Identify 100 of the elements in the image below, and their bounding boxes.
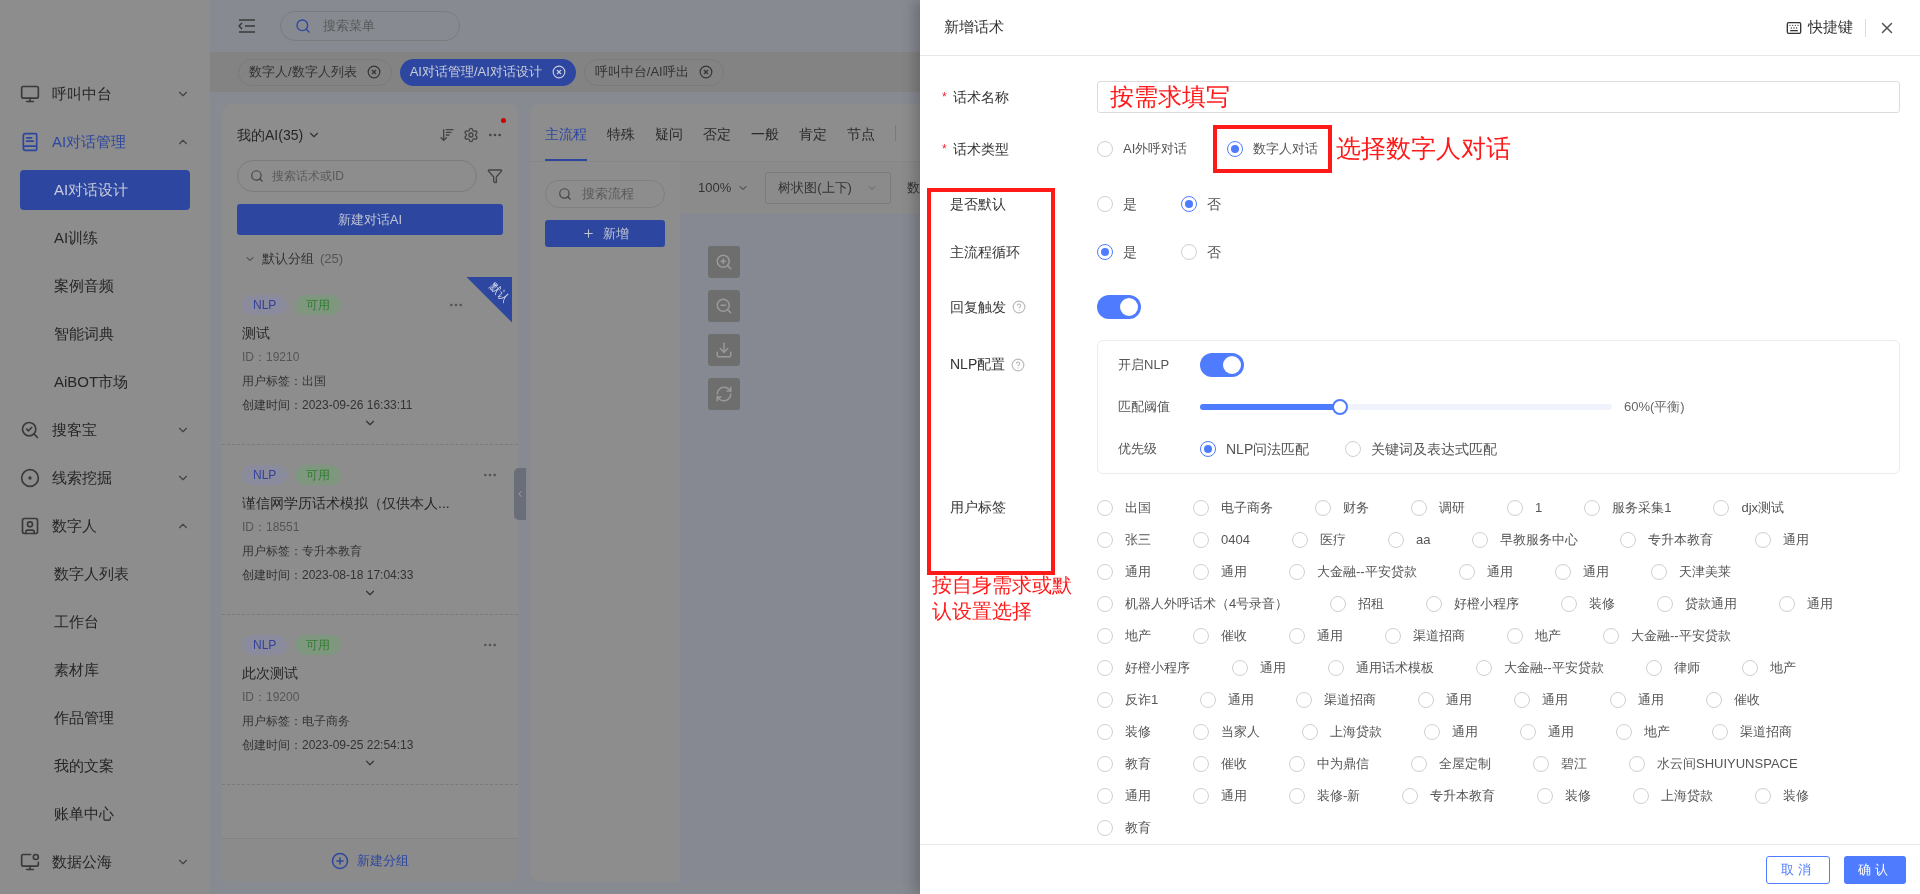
radio-button[interactable]	[1426, 596, 1443, 612]
sidebar-item[interactable]: 我的文案	[20, 746, 190, 786]
radio-button[interactable]	[1200, 441, 1216, 457]
list-title[interactable]: 我的AI(35)	[237, 124, 304, 146]
radio-button[interactable]	[1411, 756, 1427, 772]
radio-button[interactable]	[1554, 564, 1571, 580]
radio-button[interactable]	[1097, 820, 1113, 836]
radio-button[interactable]	[1328, 660, 1344, 676]
name-input-field[interactable]: 按需求填写	[1097, 81, 1900, 114]
radio-button[interactable]	[1706, 692, 1723, 708]
radio-button[interactable]	[1193, 564, 1209, 580]
radio-button[interactable]	[1289, 564, 1305, 580]
radio-button[interactable]	[1289, 628, 1305, 644]
radio-button[interactable]	[1302, 724, 1318, 740]
radio-button[interactable]	[1289, 756, 1305, 772]
radio-button[interactable]	[1097, 724, 1113, 740]
sidebar-item[interactable]: 案例音频	[20, 266, 190, 306]
radio-button[interactable]	[1514, 692, 1531, 708]
radio-button[interactable]	[1520, 724, 1536, 740]
menu-icon[interactable]	[238, 18, 256, 34]
radio-button[interactable]	[1424, 724, 1440, 740]
radio-button[interactable]	[1779, 596, 1796, 612]
sidebar-item[interactable]: 作品管理	[20, 698, 190, 738]
radio-button[interactable]	[1472, 532, 1489, 548]
radio-button[interactable]	[1097, 756, 1113, 772]
radio-button[interactable]	[1345, 441, 1362, 457]
radio-button[interactable]	[1616, 724, 1632, 740]
radio-button[interactable]	[1476, 660, 1492, 676]
radio-button[interactable]	[1097, 141, 1113, 158]
radio-button[interactable]	[1200, 692, 1217, 708]
download-button[interactable]	[708, 334, 740, 366]
radio-button[interactable]	[1097, 660, 1113, 676]
radio-button[interactable]	[1713, 500, 1730, 516]
radio-button[interactable]	[1561, 596, 1578, 612]
radio-button[interactable]	[1097, 500, 1113, 516]
sidebar-item[interactable]: AI对话设计	[20, 170, 190, 210]
flow-tab[interactable]: 疑问	[655, 124, 683, 161]
sidebar-group[interactable]: 数据公海	[0, 838, 210, 886]
radio-button[interactable]	[1755, 788, 1772, 804]
sidebar-group[interactable]: AI对话管理	[0, 118, 210, 166]
sidebar-group[interactable]: 数字人	[0, 502, 210, 550]
radio-button[interactable]	[1227, 141, 1244, 158]
toggle-switch[interactable]	[1097, 295, 1141, 320]
radio-button[interactable]	[1193, 788, 1209, 804]
radio-button[interactable]	[1097, 788, 1113, 804]
radio-button[interactable]	[1181, 196, 1197, 213]
group-header[interactable]: 默认分组 (25)	[222, 249, 518, 269]
radio-button[interactable]	[1537, 788, 1554, 804]
radio-button[interactable]	[1291, 532, 1308, 548]
radio-button[interactable]	[1620, 532, 1637, 548]
slider-track[interactable]	[1200, 399, 1612, 415]
refresh-button[interactable]	[708, 378, 740, 410]
radio-button[interactable]	[1712, 724, 1728, 740]
close-tab-icon[interactable]	[366, 65, 381, 79]
radio-button[interactable]	[1097, 196, 1113, 213]
radio-button[interactable]	[1645, 660, 1662, 676]
sidebar-group[interactable]: 线索挖掘	[0, 454, 210, 502]
radio-button[interactable]	[1385, 628, 1401, 644]
radio-button[interactable]	[1097, 692, 1113, 708]
shortcut-button[interactable]: 快捷键	[1786, 16, 1853, 39]
sidebar-item[interactable]: 数字人列表	[20, 554, 190, 594]
radio-button[interactable]	[1289, 788, 1305, 804]
radio-button[interactable]	[1232, 660, 1248, 676]
slider-thumb[interactable]	[1332, 399, 1349, 415]
flow-tab[interactable]: 节点	[847, 124, 875, 161]
flow-tab[interactable]: 否定	[703, 124, 731, 161]
radio-button[interactable]	[1507, 628, 1523, 644]
flow-tab[interactable]: 特殊	[607, 124, 635, 161]
radio-button[interactable]	[1296, 692, 1313, 708]
close-tab-icon[interactable]	[698, 65, 713, 79]
radio-button[interactable]	[1387, 532, 1404, 548]
radio-button[interactable]	[1193, 500, 1209, 516]
radio-button[interactable]	[1584, 500, 1601, 516]
sidebar-item[interactable]: 素材库	[20, 650, 190, 690]
radio-button[interactable]	[1507, 500, 1523, 516]
page-tab[interactable]: AI对话管理/AI对话设计	[399, 58, 576, 86]
toggle-switch[interactable]	[1200, 353, 1244, 377]
radio-button[interactable]	[1193, 724, 1209, 740]
radio-button[interactable]	[1657, 596, 1674, 612]
new-ai-button[interactable]: 新建对话AI	[237, 204, 503, 235]
radio-button[interactable]	[1193, 628, 1209, 644]
zoom-in-button[interactable]	[708, 246, 740, 278]
radio-button[interactable]	[1755, 532, 1772, 548]
zoom-select[interactable]: 100%	[698, 178, 750, 198]
radio-button[interactable]	[1741, 660, 1758, 676]
radio-button[interactable]	[1411, 500, 1427, 516]
filter-icon[interactable]	[487, 168, 503, 184]
radio-button[interactable]	[1193, 756, 1209, 772]
radio-button[interactable]	[1533, 756, 1549, 772]
layout-select[interactable]: 树状图(上下)	[765, 172, 891, 204]
radio-button[interactable]	[1097, 564, 1113, 580]
sidebar-item[interactable]: 工作台	[20, 602, 190, 642]
radio-button[interactable]	[1603, 628, 1619, 644]
ai-card[interactable]: 默认 NLP 可用 测试 ID：19210 用户标签：出国 创建时间：2023-09-26 16:33:11	[222, 274, 518, 445]
sort-icon[interactable]	[439, 127, 455, 143]
confirm-button[interactable]: 确认	[1844, 855, 1906, 884]
zoom-out-button[interactable]	[708, 290, 740, 322]
sidebar-item[interactable]: AI训练	[20, 218, 190, 258]
flow-tab[interactable]: 一般	[751, 124, 779, 161]
radio-button[interactable]	[1629, 756, 1645, 772]
